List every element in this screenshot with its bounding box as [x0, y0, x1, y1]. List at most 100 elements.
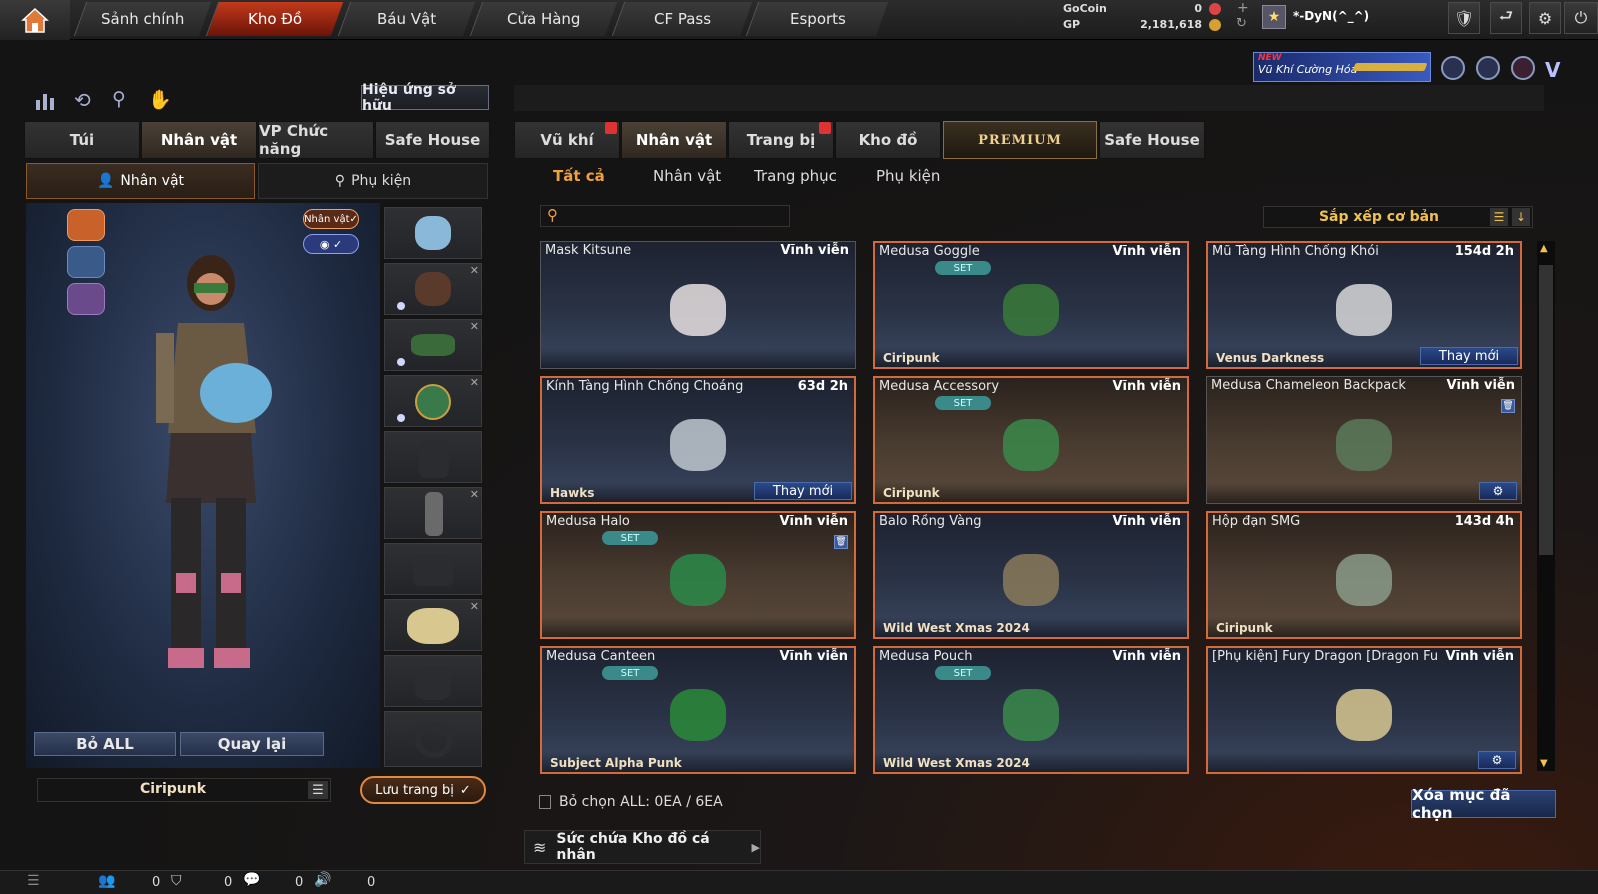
nav-tab-inventory[interactable]: Kho Đồ: [205, 2, 344, 36]
promo-banner[interactable]: NEW Vũ Khí Cường Hóa: [1253, 52, 1431, 82]
item-card[interactable]: Medusa Halo Vĩnh viễn SET 🗑: [540, 511, 856, 639]
item-image-icon: [670, 553, 726, 606]
scroll-up-icon[interactable]: ▲: [1540, 243, 1548, 254]
character-preview[interactable]: Nhân vật ✓ ◉ ✓ Bỏ ALL Quay lại: [26, 203, 380, 768]
slot-ammo[interactable]: ✕: [384, 487, 482, 539]
remove-slot-icon[interactable]: ✕: [470, 488, 479, 501]
trash-icon[interactable]: 🗑: [1501, 399, 1515, 413]
sort-dropdown[interactable]: Sắp xếp cơ bản ☰ ↓: [1263, 206, 1533, 228]
item-card[interactable]: Medusa Canteen Vĩnh viễn SET Subject Alpha …: [540, 646, 856, 774]
left-tab-functional[interactable]: VP Chức năng: [258, 121, 374, 159]
home-button[interactable]: [0, 0, 70, 40]
menu-icon[interactable]: ☰: [27, 873, 40, 889]
nav-tab-esports[interactable]: Esports: [745, 2, 889, 36]
mask-icon[interactable]: [67, 246, 105, 278]
tab-storage[interactable]: Kho đồ: [835, 121, 941, 159]
gear-icon[interactable]: ⚙: [1478, 751, 1516, 769]
slot-face[interactable]: ✕: [384, 319, 482, 371]
search-input[interactable]: [567, 208, 785, 224]
item-card[interactable]: Mũ Tàng Hình Chống Khói 154d 2h Venus Dark…: [1206, 241, 1522, 369]
nav-tab-lobby[interactable]: Sảnh chính: [73, 2, 212, 36]
hand-icon[interactable]: ✋: [148, 88, 172, 111]
slot-backpack[interactable]: [384, 431, 482, 483]
item-card[interactable]: Medusa Pouch Vĩnh viễn SET Wild West Xmas 2…: [873, 646, 1189, 774]
sort-direction-icon[interactable]: ↓: [1512, 208, 1530, 226]
friends-icon[interactable]: 👥: [98, 873, 115, 889]
deselect-checkbox[interactable]: [539, 795, 551, 809]
left-tab-bag[interactable]: Túi: [24, 121, 140, 159]
subtab-accessory[interactable]: ⚲ Phụ kiện: [258, 163, 488, 199]
slot-glove[interactable]: [384, 655, 482, 707]
vip-icon[interactable]: V: [1545, 58, 1571, 82]
slot-pet[interactable]: [384, 207, 482, 259]
rotate-icon[interactable]: ⟲: [74, 88, 91, 112]
slot-ring[interactable]: [384, 711, 482, 767]
gear-icon[interactable]: ⚙: [1479, 482, 1517, 500]
gear-icon[interactable]: ⚙: [1529, 2, 1561, 34]
pose-icon[interactable]: ⚲: [112, 88, 126, 110]
owned-effects-button[interactable]: Hiệu ứng sở hữu: [361, 82, 489, 114]
remove-slot-icon[interactable]: ✕: [470, 320, 479, 333]
subtab-character[interactable]: 👤 Nhân vật: [26, 163, 255, 199]
target-icon[interactable]: [1476, 56, 1500, 80]
exit-room-icon[interactable]: ⮐: [1490, 2, 1522, 34]
back-button[interactable]: Quay lại: [180, 732, 324, 756]
left-tab-character[interactable]: Nhân vật: [141, 121, 257, 159]
left-tab-safe-house[interactable]: Safe House: [375, 121, 490, 159]
item-card[interactable]: Medusa Accessory Vĩnh viễn SET Ciripunk: [873, 376, 1189, 504]
storage-capacity-button[interactable]: ≋ Sức chứa Kho đồ cá nhân ▶: [524, 830, 761, 864]
renew-button[interactable]: Thay mới: [754, 482, 852, 500]
item-card[interactable]: Kính Tàng Hình Chống Choáng 63d 2h Hawks Th…: [540, 376, 856, 504]
slot-accessory[interactable]: ✕: [384, 375, 482, 427]
power-icon[interactable]: ⏻: [1564, 2, 1598, 34]
item-card[interactable]: Medusa Chameleon Backpack Vĩnh viễn ⚙ 🗑: [1206, 376, 1522, 504]
renew-button[interactable]: Thay mới: [1420, 347, 1518, 365]
scroll-down-icon[interactable]: ▼: [1540, 758, 1548, 769]
character-class-icon[interactable]: [67, 209, 105, 241]
character-visibility-badge[interactable]: Nhân vật ✓: [303, 209, 359, 229]
nav-tab-shop[interactable]: Cửa Hàng: [469, 2, 618, 36]
category-accessory[interactable]: Phụ kiện: [876, 167, 940, 185]
scrollbar[interactable]: ▲ ▼: [1537, 241, 1555, 771]
list-icon[interactable]: ☰: [308, 781, 328, 799]
search-box[interactable]: ⚲: [540, 205, 790, 227]
category-outfit[interactable]: Trang phục: [754, 167, 837, 185]
character-name-field[interactable]: Ciripunk ☰: [37, 778, 331, 802]
tab-weapons[interactable]: Vũ khí: [514, 121, 620, 159]
event-badge-icon[interactable]: [1441, 56, 1465, 80]
chat-icon[interactable]: 💬: [243, 872, 260, 888]
tab-premium[interactable]: PREMIUM: [943, 121, 1097, 159]
remove-slot-icon[interactable]: ✕: [470, 376, 479, 389]
tab-safe-house[interactable]: Safe House: [1099, 121, 1205, 159]
clan-shield-icon[interactable]: ⛉: [171, 873, 182, 889]
refresh-icon[interactable]: ↻: [1236, 16, 1247, 31]
item-card[interactable]: Balo Rồng Vàng Vĩnh viễn Wild West Xmas 20…: [873, 511, 1189, 639]
bird-icon[interactable]: [67, 283, 105, 315]
tab-equipment[interactable]: Trang bị: [728, 121, 834, 159]
save-loadout-button[interactable]: Lưu trang bị ✓: [360, 776, 486, 804]
delete-selected-button[interactable]: Xóa mục đã chọn: [1411, 786, 1556, 822]
nav-tab-cf-pass[interactable]: CF Pass: [611, 2, 753, 36]
slot-head[interactable]: ✕: [384, 263, 482, 315]
remove-all-button[interactable]: Bỏ ALL: [34, 732, 176, 756]
clan-icon[interactable]: 🛡: [1448, 2, 1480, 34]
slot-dragon[interactable]: ✕: [384, 599, 482, 651]
stats-icon[interactable]: [34, 90, 56, 112]
trash-icon[interactable]: 🗑: [834, 535, 848, 549]
remove-slot-icon[interactable]: ✕: [470, 600, 479, 613]
item-card[interactable]: Medusa Goggle Vĩnh viễn SET Ciripunk: [873, 241, 1189, 369]
remove-slot-icon[interactable]: ✕: [470, 264, 479, 277]
list-view-icon[interactable]: ☰: [1490, 208, 1508, 226]
add-coin-icon[interactable]: +: [1237, 0, 1249, 16]
slot-pouch[interactable]: [384, 543, 482, 595]
mission-icon[interactable]: [1511, 56, 1535, 80]
scroll-thumb[interactable]: [1539, 265, 1553, 555]
item-card[interactable]: [Phụ kiện] Fury Dragon [Dragon Fu Vĩnh vi…: [1206, 646, 1522, 774]
speaker-icon[interactable]: 🔊: [314, 872, 331, 888]
item-card[interactable]: Mask Kitsune Vĩnh viễn: [540, 241, 856, 369]
category-character[interactable]: Nhân vật: [653, 167, 721, 185]
item-card[interactable]: Hộp đạn SMG 143d 4h Ciripunk: [1206, 511, 1522, 639]
category-all[interactable]: Tất cả: [553, 167, 605, 185]
nav-tab-treasure[interactable]: Báu Vật: [337, 2, 476, 36]
tab-character[interactable]: Nhân vật: [621, 121, 727, 159]
